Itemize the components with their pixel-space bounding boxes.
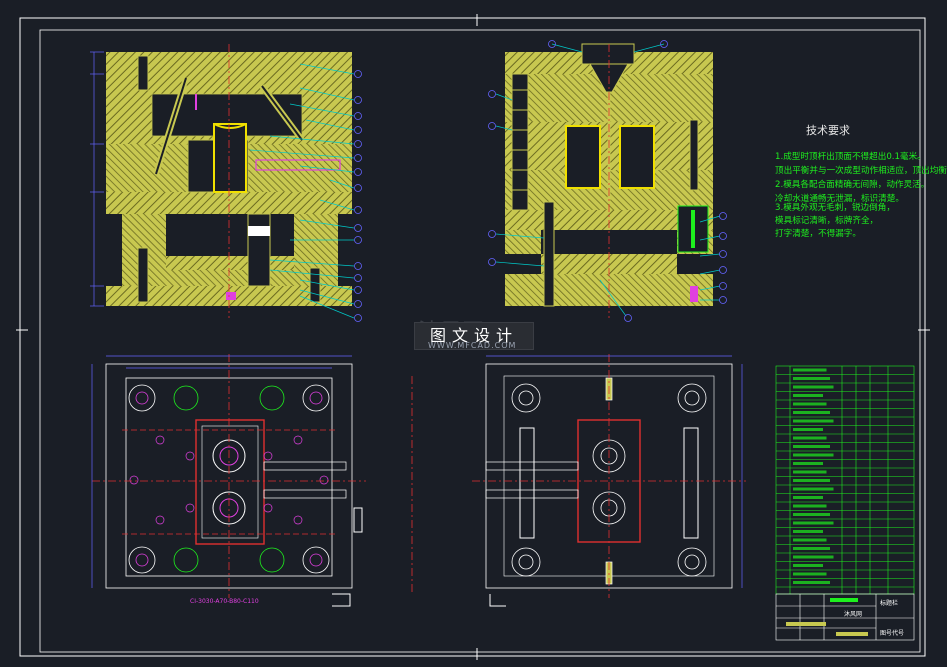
bom-row-text-mark <box>793 385 834 389</box>
tech-requirement-line: 1.成型时顶杆出顶面不得超出0.1毫米。 <box>775 152 926 162</box>
bom-row-text-mark <box>793 538 827 542</box>
bom-row-text-mark <box>793 394 823 397</box>
front-section-view <box>90 44 362 322</box>
tech-requirement-line: 模具标记清晰，标牌齐全， <box>775 216 879 226</box>
bom-row-text-mark <box>793 530 823 533</box>
side-section-view <box>488 40 727 322</box>
tech-requirement-line: 3.模具外观无毛刺，锐边倒角， <box>775 203 895 213</box>
title-block-drawing-no: 图号代号 <box>880 630 905 637</box>
plan-view-label: CI-3030-A70-B80-C110 <box>190 598 259 605</box>
bom-row-text-mark <box>793 504 827 508</box>
watermark-url: WWW.MFCAD.COM <box>428 341 517 350</box>
bom-row-text-mark <box>793 428 823 431</box>
bom-row-text-mark <box>793 445 830 448</box>
bom-row-text-mark <box>793 402 827 406</box>
bom-row-text-mark <box>793 436 827 440</box>
plan-view-moving-half <box>91 354 366 607</box>
bom-row-text-mark <box>793 572 827 576</box>
bom-row-text-mark <box>793 470 827 474</box>
bom-row-text-mark <box>793 453 834 457</box>
title-block-name: 标题栏 <box>880 600 899 607</box>
bom-row-text-mark <box>793 479 830 482</box>
title-block-company: 沐风网 <box>844 611 863 618</box>
plan-view-fixed-half <box>411 354 746 607</box>
bom-row-text-mark <box>793 487 834 491</box>
bom-row-text-mark <box>793 521 834 525</box>
tech-requirement-line: 2.模具各配合面精确无间隙，动作灵活。 <box>775 180 930 190</box>
bom-row-text-mark <box>793 547 830 550</box>
tech-requirement-line: 打字清楚，不得漏字。 <box>775 229 861 239</box>
bom-row-text-mark <box>793 419 834 423</box>
bom-row-text-mark <box>793 581 830 584</box>
bom-row-text-mark <box>793 377 830 380</box>
bom-row-text-mark <box>793 462 823 465</box>
bom-row-text-mark <box>793 513 830 516</box>
bom-row-text-mark <box>793 411 830 414</box>
bom-row-text-mark <box>793 555 834 559</box>
bom-row-text-mark <box>793 496 823 499</box>
technical-requirements-title: 技术要求 <box>806 124 850 137</box>
bom-rows <box>776 368 914 588</box>
bom-row-text-mark <box>793 368 827 372</box>
bom-row-text-mark <box>793 564 823 567</box>
tech-requirement-line: 顶出平衡并与一次成型动作相适应，顶出均衡灵活。 <box>775 166 947 176</box>
